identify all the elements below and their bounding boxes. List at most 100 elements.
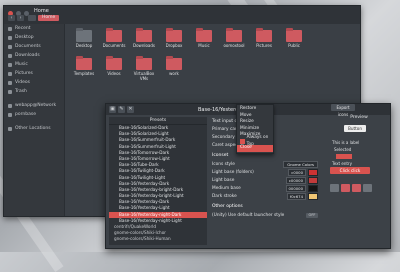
color-swatch[interactable] [308, 192, 318, 200]
color-swatch[interactable] [308, 176, 318, 184]
folder-icon [76, 56, 92, 70]
save-icon[interactable]: ▣ [109, 106, 116, 113]
sidebar-item-label: pornbase [15, 112, 36, 117]
export-icons-button[interactable]: Export icons [331, 104, 355, 117]
sidebar-item-label: Other Locations [15, 126, 51, 131]
folder-item-videos[interactable]: Videos [100, 56, 128, 76]
icons-style-dropdown[interactable]: Gnome Colors [283, 160, 318, 168]
sidebar-item-trash[interactable]: Trash [4, 87, 64, 96]
preview-entry-header: Text entry [332, 161, 352, 166]
hex-input[interactable]: f0c674 [286, 192, 306, 200]
folder-item-music[interactable]: Music [190, 28, 218, 48]
folder-label: work [169, 71, 179, 76]
folder-item-downloads[interactable]: Downloads [130, 28, 158, 48]
folder-label: Music [198, 43, 210, 48]
sidebar-item-label: Videos [15, 80, 30, 85]
color-swatch[interactable] [308, 184, 318, 192]
other-options-header: Other options [212, 204, 243, 209]
folder-item-oomoxtool[interactable]: oomoxtool [220, 28, 248, 48]
folder-icon [166, 28, 182, 42]
video-icon [8, 80, 12, 85]
folder-item-public[interactable]: Public [280, 28, 308, 48]
option-unity-launcher: (Unity) Use default launcher style OFF [212, 211, 318, 219]
folder-icon [106, 56, 122, 70]
window-context-menu: Restore Move Resize Minimize Maximize Al… [236, 104, 274, 154]
presets-header: Presets [109, 117, 207, 125]
network-icon [8, 103, 12, 108]
folder-label: Pictures [256, 43, 272, 48]
color-swatch[interactable] [308, 168, 318, 176]
clock-icon [8, 26, 12, 31]
folder-icon [196, 28, 212, 42]
sidebar-item-recent[interactable]: Recent [4, 24, 64, 33]
hex-input[interactable]: c00000 [285, 176, 306, 184]
hex-input[interactable]: c0000 [288, 168, 306, 176]
sidebar-item-label: Downloads [15, 53, 40, 58]
folder-item-documents[interactable]: Documents [100, 28, 128, 48]
sidebar-item-desktop[interactable]: Desktop [4, 33, 64, 42]
presets-list: Presets Base-16/Solarized-Dark Base-16/So… [109, 117, 207, 245]
folder-item-desktop[interactable]: Desktop [70, 28, 98, 48]
folder-label: Documents [102, 43, 126, 48]
sidebar-item-drive[interactable]: pornbase [4, 110, 64, 119]
sidebar-item-documents[interactable]: Documents [4, 42, 64, 51]
preview-text-entry[interactable]: Click click [330, 167, 370, 174]
sidebar-item-network[interactable]: webapp@Network [4, 101, 64, 110]
folder-icon [76, 28, 92, 42]
folder-label: Public [288, 43, 300, 48]
folder-item-pictures[interactable]: Pictures [250, 28, 278, 48]
option-label: Light base (folders) [212, 169, 254, 175]
preset-item[interactable]: gnome-colors/Shiki-Human [109, 236, 207, 242]
folder-icon [341, 184, 350, 192]
sidebar-item-label: Trash [15, 89, 27, 94]
edit-icon[interactable]: ✎ [118, 106, 125, 113]
menu-item-label: Close [240, 145, 252, 150]
breadcrumb: Home [28, 15, 60, 21]
sidebar-item-videos[interactable]: Videos [4, 78, 64, 87]
option-medium-base: Light base c00000 [212, 176, 318, 184]
option-light-base: Light base (folders) c0000 [212, 168, 318, 176]
window-title: Home [34, 8, 49, 14]
folder-icon [226, 28, 242, 42]
sidebar: Recent Desktop Documents Downloads Music… [4, 24, 65, 216]
breadcrumb-home[interactable]: Home [38, 15, 60, 21]
option-label: Medium base [212, 185, 241, 191]
sidebar-item-label: Documents [15, 44, 41, 49]
option-dark-stroke: Dark stroke f0c674 [212, 192, 318, 200]
document-icon [8, 44, 12, 49]
folder-label: oomoxtool [223, 43, 245, 48]
sidebar-item-music[interactable]: Music [4, 60, 64, 69]
trash-icon [8, 89, 12, 94]
unity-launcher-toggle[interactable]: OFF [306, 212, 318, 218]
folder-item-dropbox[interactable]: Dropbox [160, 28, 188, 48]
folder-icon [166, 56, 182, 70]
forward-button[interactable]: › [17, 15, 24, 21]
option-icons-style: Icons style Gnome Colors [212, 160, 318, 168]
preview-selection-bar [336, 154, 352, 159]
desktop-icon [8, 35, 12, 40]
hex-input[interactable]: 000000 [285, 184, 306, 192]
drive-icon [8, 112, 12, 117]
sidebar-item-downloads[interactable]: Downloads [4, 51, 64, 60]
sidebar-item-label: Desktop [15, 35, 34, 40]
sidebar-item-pictures[interactable]: Pictures [4, 69, 64, 78]
folder-item-virtualbox[interactable]: VirtualBox VMs [130, 56, 158, 81]
nav-buttons: ‹ › [8, 15, 24, 21]
folder-icon [106, 28, 122, 42]
download-icon [8, 53, 12, 58]
preview-button[interactable]: Button [344, 125, 366, 132]
presets-rows: Base-16/Solarized-Dark Base-16/Solarized-… [109, 125, 207, 243]
checkbox-icon [240, 139, 245, 145]
delete-icon[interactable]: ✕ [127, 106, 134, 113]
back-button[interactable]: ‹ [8, 15, 15, 21]
folder-item-work[interactable]: work [160, 56, 188, 76]
folder-label: Videos [107, 71, 121, 76]
folder-item-templates[interactable]: Templates [70, 56, 98, 76]
breadcrumb-root[interactable] [28, 15, 36, 21]
folder-icon [136, 56, 152, 70]
preview-label: This is a label [332, 140, 360, 145]
preview-header: Preview [350, 115, 368, 120]
folder-label: Downloads [133, 43, 155, 48]
color-picker: f0c674 [286, 192, 318, 200]
sidebar-item-other-locations[interactable]: Other Locations [4, 124, 64, 133]
